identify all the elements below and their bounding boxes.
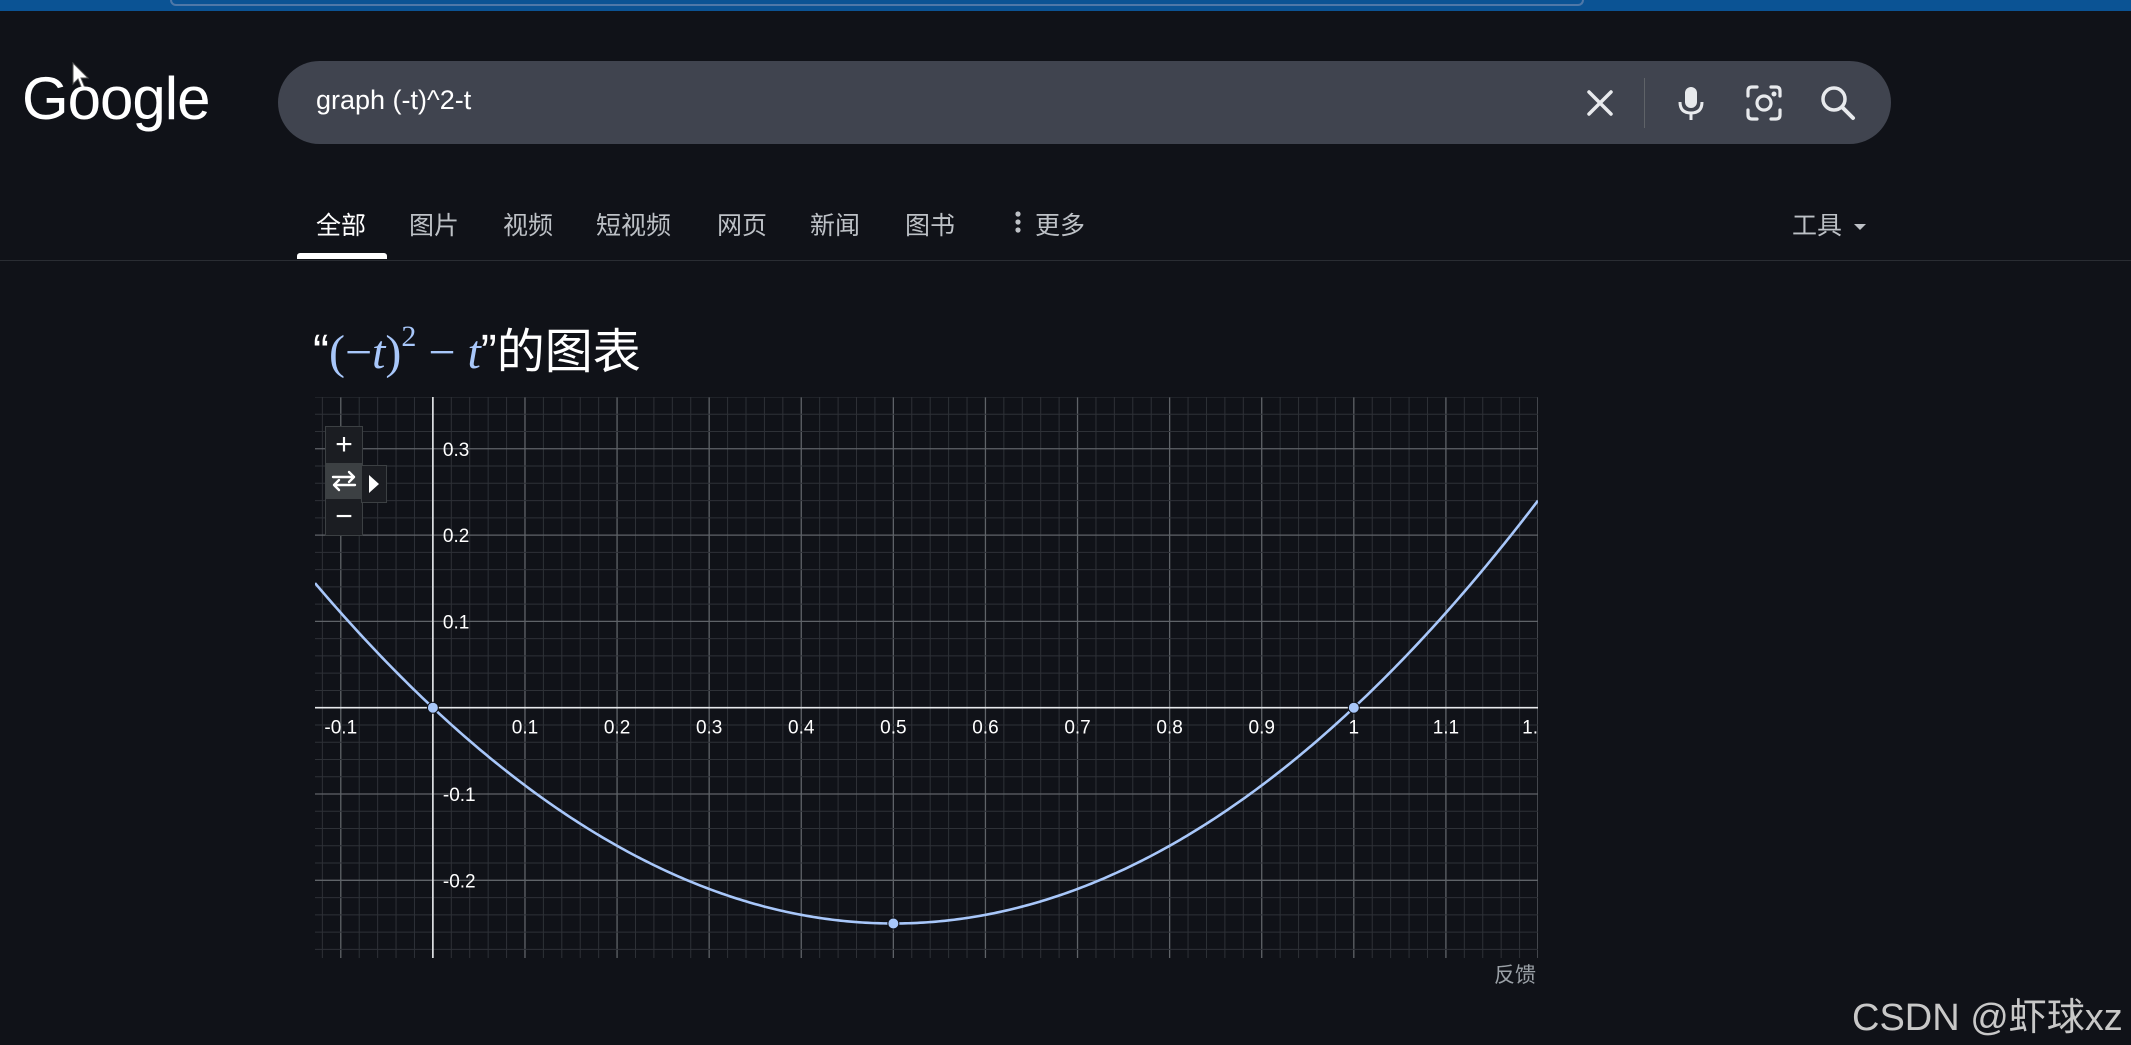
key-point-marker bbox=[887, 917, 900, 930]
search-tabs: 全部 图片 视频 短视频 网页 新闻 图书 更多 工具 bbox=[0, 196, 2131, 261]
zoom-controls: + − bbox=[325, 426, 363, 536]
tab-videos[interactable]: 视频 bbox=[503, 206, 553, 242]
graph-title: “(−t)2 − t”的图表 bbox=[313, 312, 641, 382]
caret-down-icon bbox=[1853, 224, 1866, 231]
x-tick-label: 0.4 bbox=[788, 718, 815, 739]
search-box[interactable]: graph (-t)^2-t bbox=[278, 61, 1891, 144]
tab-more[interactable]: 更多 bbox=[1035, 206, 1085, 242]
zoom-in-button[interactable]: + bbox=[326, 427, 362, 463]
watermark: CSDN @虾球xz bbox=[1852, 997, 2123, 1039]
title-open-quote: “ bbox=[313, 326, 329, 379]
y-tick-label: -0.2 bbox=[443, 871, 476, 892]
title-suffix: ”的图表 bbox=[480, 326, 641, 379]
x-tick-label: 0.6 bbox=[972, 718, 998, 739]
x-tick-label: 0.1 bbox=[512, 718, 538, 739]
tab-images[interactable]: 图片 bbox=[409, 206, 459, 242]
tab-all[interactable]: 全部 bbox=[316, 206, 366, 242]
browser-top-bar bbox=[0, 0, 2131, 11]
x-tick-label: 1 bbox=[1349, 718, 1360, 739]
y-tick-label: -0.1 bbox=[443, 785, 476, 806]
x-tick-label: 0.9 bbox=[1249, 718, 1275, 739]
tab-short-videos[interactable]: 短视频 bbox=[596, 206, 671, 242]
x-tick-label: 0.8 bbox=[1156, 718, 1182, 739]
pan-toggle-button[interactable] bbox=[326, 463, 362, 499]
feedback-link[interactable]: 反馈 bbox=[1494, 959, 1536, 989]
more-dots-icon[interactable] bbox=[1014, 210, 1022, 236]
y-tick-label: 0.3 bbox=[443, 440, 469, 461]
tools-label: 工具 bbox=[1792, 212, 1843, 240]
tab-books[interactable]: 图书 bbox=[905, 206, 955, 242]
zoom-out-button[interactable]: − bbox=[326, 499, 362, 535]
function-graph[interactable]: -0.1 0.1 0.2 0.3 0.4 0.5 0.6 0.7 0.8 0.9 1 1.1 1. 0.3… bbox=[315, 397, 1538, 958]
x-tick-label: 0.2 bbox=[604, 718, 630, 739]
x-tick-label: 1.1 bbox=[1433, 718, 1459, 739]
tab-web[interactable]: 网页 bbox=[717, 206, 767, 242]
x-tick-label: 0.5 bbox=[880, 718, 906, 739]
tools-button[interactable]: 工具 bbox=[1792, 206, 1867, 242]
tab-news[interactable]: 新闻 bbox=[810, 206, 860, 242]
function-formula: (−t)2 − t bbox=[328, 320, 481, 379]
x-tick-label: -0.1 bbox=[324, 718, 357, 739]
search-input[interactable]: graph (-t)^2-t bbox=[316, 85, 471, 116]
search-icon[interactable] bbox=[1816, 81, 1860, 125]
address-bar-edge bbox=[170, 0, 1584, 6]
x-tick-label: 0.3 bbox=[696, 718, 722, 739]
key-point-marker bbox=[426, 701, 439, 714]
active-tab-indicator bbox=[297, 253, 387, 259]
y-tick-label: 0.1 bbox=[443, 612, 469, 633]
google-logo[interactable]: Google bbox=[22, 64, 210, 133]
lens-camera-icon[interactable] bbox=[1742, 81, 1786, 125]
triangle-right-icon bbox=[369, 475, 379, 493]
close-icon[interactable] bbox=[1578, 81, 1622, 125]
x-tick-label: 0.7 bbox=[1064, 718, 1090, 739]
key-point-marker bbox=[1347, 701, 1360, 714]
y-tick-label: 0.2 bbox=[443, 526, 469, 547]
pan-arrows-icon bbox=[331, 470, 357, 492]
search-divider bbox=[1644, 78, 1645, 128]
x-tick-label: 1. bbox=[1522, 718, 1538, 739]
expand-controls-button[interactable] bbox=[361, 465, 387, 503]
microphone-icon[interactable] bbox=[1669, 81, 1713, 125]
